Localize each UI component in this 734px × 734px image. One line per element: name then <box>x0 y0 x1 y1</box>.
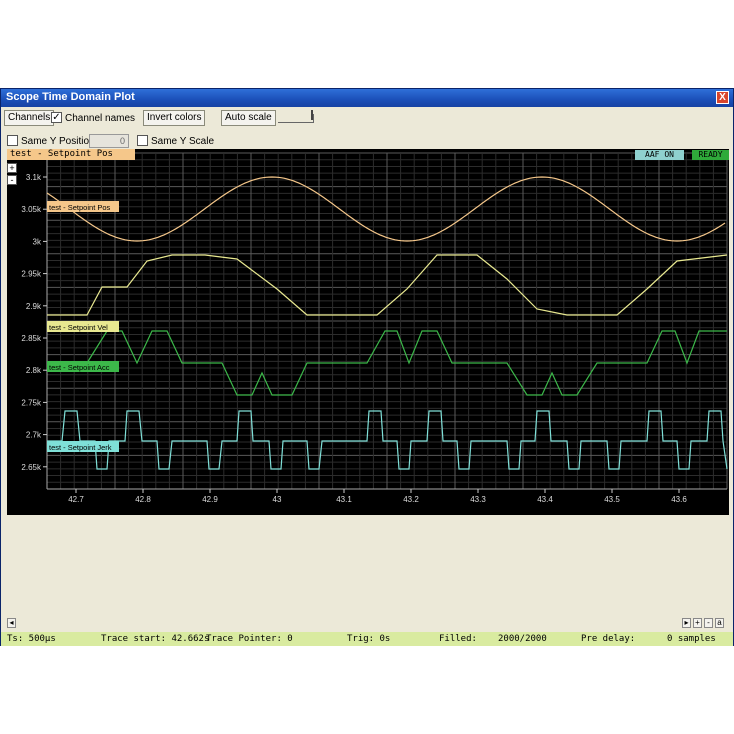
x-tick-label: 43.5 <box>604 495 620 504</box>
x-tick-label: 42.7 <box>68 495 84 504</box>
status-pre-delay-label: Pre delay: <box>581 634 636 644</box>
scale-slider[interactable] <box>278 110 314 123</box>
same-y-position-label: Same Y Position <box>21 136 95 147</box>
scroll-minus-button[interactable]: - <box>704 618 713 628</box>
channel-names-label: Channel names <box>65 113 136 124</box>
status-filled-label: Filled: <box>439 634 477 644</box>
plot-area[interactable]: 3.1k 3.05k 3k 2.95k 2.9k 2.85k 2.8k 2.75k 2.7k 2.… <box>7 149 729 515</box>
x-tick-label: 42.8 <box>135 495 151 504</box>
y-tick-label: 2.85k <box>21 334 42 343</box>
slider-thumb[interactable] <box>311 110 313 120</box>
x-tick-label: 43.1 <box>336 495 352 504</box>
x-tick-label: 42.9 <box>202 495 218 504</box>
x-tick-label: 43.3 <box>470 495 486 504</box>
status-trig: Trig: 0s <box>347 634 391 644</box>
y-tick-label: 2.9k <box>26 302 42 311</box>
status-ts: Ts: 500µs <box>7 634 56 644</box>
title-bar[interactable]: Scope Time Domain Plot X <box>1 89 733 107</box>
channel-tag-label: test - Setpoint Acc <box>49 363 110 372</box>
status-trace-start: Trace start: 42.662s <box>101 634 210 644</box>
invert-colors-button[interactable]: Invert colors <box>143 110 206 126</box>
plot-canvas[interactable]: 3.1k 3.05k 3k 2.95k 2.9k 2.85k 2.8k 2.75k 2.7k 2.… <box>7 149 729 515</box>
header-channel-label: test - Setpoint Pos <box>7 149 135 160</box>
status-pre-delay-value: 0 samples <box>667 634 716 644</box>
ready-status-badge: READY <box>692 150 729 160</box>
y-tick-label: 2.65k <box>21 463 42 472</box>
scroll-auto-button[interactable]: a <box>715 618 724 628</box>
y-position-input[interactable]: 0 <box>89 134 129 148</box>
scope-window: Scope Time Domain Plot X Channels ✓ Chan… <box>0 88 734 646</box>
status-bar: Ts: 500µs Trace start: 42.662s Trace Poi… <box>1 632 733 646</box>
close-button[interactable]: X <box>716 91 729 104</box>
y-tick-label: 3.1k <box>26 173 42 182</box>
y-tick-label: 3k <box>33 237 42 246</box>
channel-tag-label: test - Setpoint Vel <box>49 323 108 332</box>
status-trace-pointer: Trace Pointer: 0 <box>206 634 293 644</box>
x-tick-label: 43.2 <box>403 495 419 504</box>
scroll-left-button[interactable]: ◂ <box>7 618 16 628</box>
y-tick-label: 3.05k <box>21 205 42 214</box>
channel-tag-label: test - Setpoint Jerk <box>49 443 112 452</box>
channel-tag-label: test - Setpoint Pos <box>49 203 111 212</box>
auto-scale-button[interactable]: Auto scale <box>221 110 276 126</box>
x-tick-label: 43.6 <box>671 495 687 504</box>
same-y-position-checkbox[interactable] <box>7 135 18 146</box>
y-tick-label: 2.8k <box>26 366 42 375</box>
x-tick-label: 43.4 <box>537 495 553 504</box>
same-y-scale-label: Same Y Scale <box>151 136 215 147</box>
y-tick-label: 2.95k <box>21 270 42 279</box>
horizontal-scrollbar[interactable]: ◂ ▸ + - a <box>7 618 729 628</box>
status-filled-value: 2000/2000 <box>498 634 547 644</box>
x-tick-label: 43 <box>273 495 282 504</box>
scroll-right-button[interactable]: ▸ <box>682 618 691 628</box>
aaf-status-badge: AAF ON <box>635 150 684 160</box>
zoom-out-button[interactable]: - <box>7 175 17 185</box>
same-y-scale-checkbox[interactable] <box>137 135 148 146</box>
zoom-in-button[interactable]: + <box>7 163 17 173</box>
y-tick-label: 2.7k <box>26 431 42 440</box>
channel-names-checkbox[interactable]: ✓ <box>51 112 62 123</box>
y-tick-label: 2.75k <box>21 398 42 407</box>
window-title: Scope Time Domain Plot <box>6 91 135 103</box>
scroll-plus-button[interactable]: + <box>693 618 702 628</box>
channels-button[interactable]: Channels <box>4 110 55 126</box>
